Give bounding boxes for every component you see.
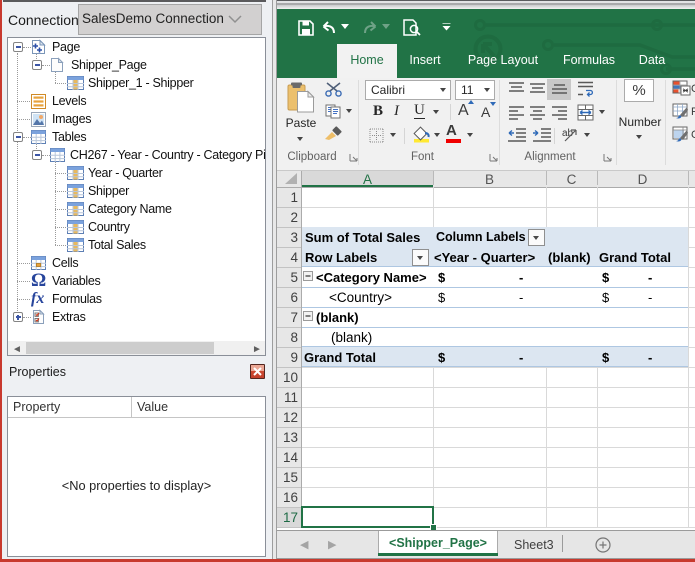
svg-text:C: C xyxy=(691,83,695,95)
svg-text:F: F xyxy=(691,106,695,118)
svg-text:C: C xyxy=(691,129,695,141)
